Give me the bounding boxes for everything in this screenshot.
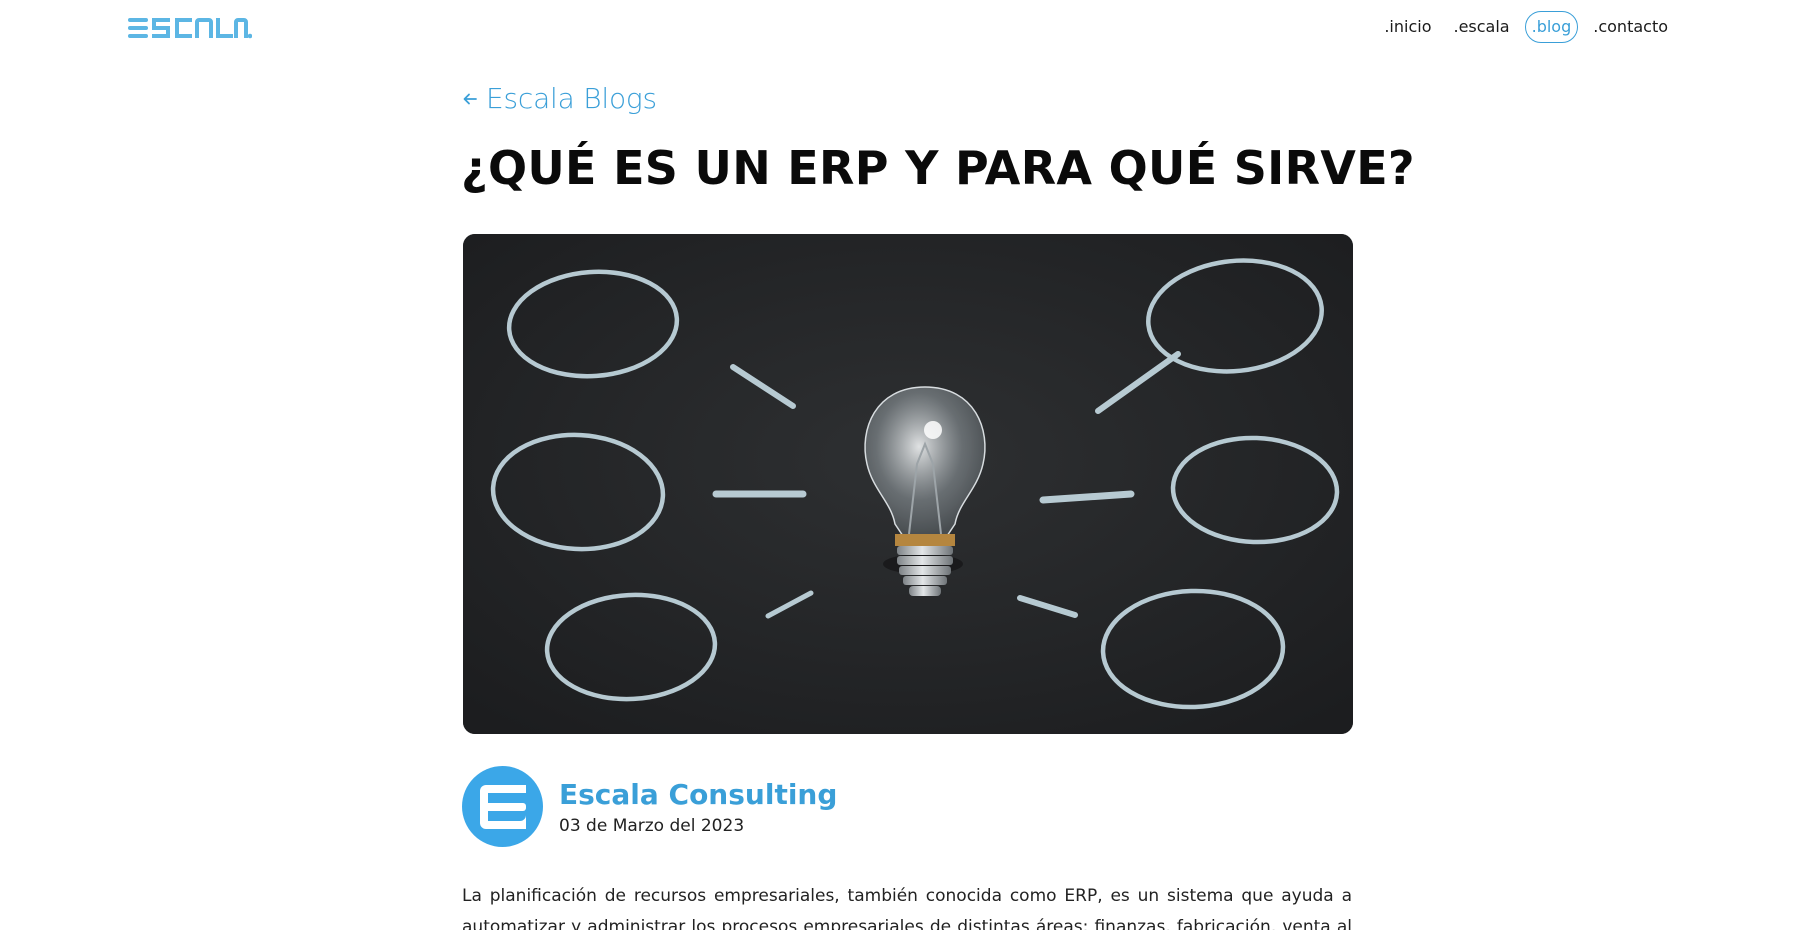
nav-item-inicio[interactable]: .inicio [1377,11,1438,43]
author-name[interactable]: Escala Consulting [559,778,837,812]
nav-item-contacto[interactable]: .contacto [1586,11,1675,43]
back-link-label: Escala Blogs [486,82,657,115]
lightbulb-chalkboard-image [463,234,1353,734]
escala-logo[interactable] [128,15,253,43]
article-body-paragraph: La planificación de recursos empresarial… [462,886,1352,930]
arrow-left-icon [463,93,477,104]
article-title: ¿QUÉ ES UN ERP Y PARA QUÉ SIRVE? [461,141,1415,195]
publish-date: 03 de Marzo del 2023 [559,815,745,836]
nav-item-escala[interactable]: .escala [1446,11,1516,43]
main-nav: .inicio .escala .blog .contacto [1377,11,1675,43]
author-block: Escala Consulting 03 de Marzo del 2023 [462,766,837,847]
back-to-blogs-link[interactable]: Escala Blogs [462,82,657,115]
author-info: Escala Consulting 03 de Marzo del 2023 [559,778,837,836]
escala-logo-icon [128,18,253,39]
avatar[interactable] [462,766,543,847]
nav-item-blog[interactable]: .blog [1524,11,1579,43]
hero-image [463,234,1353,734]
escala-e-icon [479,784,526,829]
